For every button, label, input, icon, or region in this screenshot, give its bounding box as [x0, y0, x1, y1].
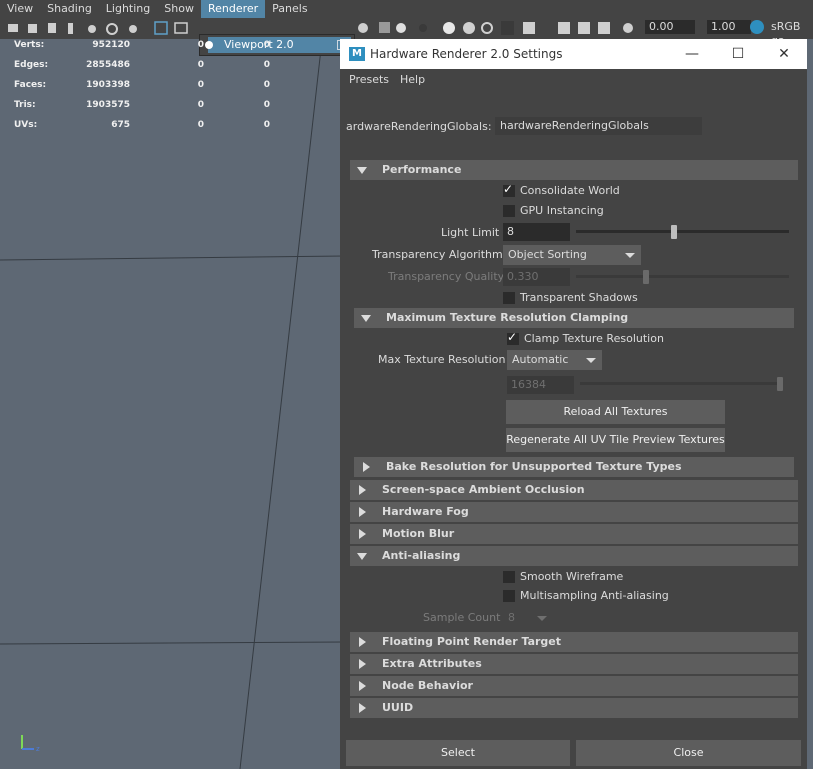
menu-view[interactable]: View — [0, 0, 40, 18]
sample-count-dropdown[interactable]: 8 — [503, 608, 553, 628]
menu-presets[interactable]: Presets — [349, 73, 389, 86]
max-texture-section-header[interactable]: Maximum Texture Resolution Clamping — [354, 308, 794, 328]
hud-row: Faces: 1903398 0 0 — [14, 80, 270, 90]
extra-attributes-section-header[interactable]: Extra Attributes — [350, 654, 798, 674]
uuid-section-header[interactable]: UUID — [350, 698, 798, 718]
sample-count-value: 8 — [508, 611, 515, 624]
transparency-algorithm-label: Transparency Algorithm — [372, 248, 503, 261]
regenerate-uv-tile-button[interactable]: Regenerate All UV Tile Preview Textures — [506, 428, 725, 452]
gamma-field[interactable]: 1.00 — [707, 20, 751, 34]
light-limit-slider-handle[interactable] — [671, 225, 677, 239]
multisampling-checkbox[interactable] — [503, 590, 515, 602]
menu-renderer[interactable]: Renderer — [200, 0, 266, 18]
window-title: Hardware Renderer 2.0 Settings — [370, 47, 563, 61]
title-bar[interactable]: M Hardware Renderer 2.0 Settings — ☐ ✕ — [340, 39, 807, 69]
light-limit-field[interactable]: 8 — [503, 223, 570, 241]
node-behavior-section-header[interactable]: Node Behavior — [350, 676, 798, 696]
menu-show[interactable]: Show — [157, 0, 201, 18]
texture-resolution-slider[interactable] — [580, 382, 783, 385]
hardware-fog-section-header[interactable]: Hardware Fog — [350, 502, 798, 522]
sample-count-label: Sample Count — [423, 611, 501, 624]
floating-point-section-header[interactable]: Floating Point Render Target — [350, 632, 798, 652]
expand-arrow-icon — [359, 529, 366, 539]
globals-label: ardwareRenderingGlobals: — [346, 120, 492, 133]
ssao-section-header[interactable]: Screen-space Ambient Occlusion — [350, 480, 798, 500]
transparency-algorithm-value: Object Sorting — [508, 248, 587, 261]
smooth-wireframe-checkbox[interactable] — [503, 571, 515, 583]
light-limit-label: Light Limit — [441, 226, 500, 239]
window-menubar: Presets Help — [340, 69, 807, 89]
axis-gizmo-icon: z — [21, 735, 40, 753]
maya-icon: M — [349, 47, 365, 61]
color-space-label[interactable]: sRGB ga — [767, 20, 813, 47]
transparency-quality-field[interactable]: 0.330 — [503, 268, 570, 286]
color-management-icon[interactable] — [750, 20, 764, 34]
menu-help[interactable]: Help — [400, 73, 425, 86]
clamp-texture-label: Clamp Texture Resolution — [524, 332, 664, 345]
reload-all-textures-button[interactable]: Reload All Textures — [506, 400, 725, 424]
anti-aliasing-section-header[interactable]: Anti-aliasing — [350, 546, 798, 566]
texture-resolution-slider-handle[interactable] — [777, 377, 783, 391]
poly-count-hud: Verts: 952120 0 0 Edges: 2855486 0 0 Faces: 190… — [10, 40, 270, 140]
panel-menubar: View Shading Lighting Show Renderer Pane… — [0, 0, 315, 18]
minimize-button[interactable]: — — [669, 39, 715, 69]
expand-arrow-icon — [359, 659, 366, 669]
close-window-button[interactable]: ✕ — [761, 39, 807, 69]
texture-resolution-field[interactable]: 16384 — [507, 376, 574, 394]
svg-text:z: z — [36, 745, 40, 753]
expand-arrow-icon — [359, 681, 366, 691]
gpu-instancing-label: GPU Instancing — [520, 204, 604, 217]
chevron-down-icon — [625, 253, 635, 258]
chevron-down-icon — [537, 616, 547, 621]
collapse-arrow-icon — [361, 315, 371, 322]
expand-arrow-icon — [359, 637, 366, 647]
max-texture-resolution-value: Automatic — [512, 353, 569, 366]
globals-field[interactable]: hardwareRenderingGlobals — [495, 117, 702, 135]
menu-lighting[interactable]: Lighting — [99, 0, 157, 18]
consolidate-world-checkbox[interactable] — [503, 182, 515, 197]
performance-section-header[interactable]: Performance — [350, 160, 798, 180]
transparency-algorithm-dropdown[interactable]: Object Sorting — [503, 245, 641, 265]
smooth-wireframe-label: Smooth Wireframe — [520, 570, 624, 583]
hardware-renderer-settings-window: M Hardware Renderer 2.0 Settings — ☐ ✕ P… — [340, 39, 807, 769]
select-button[interactable]: Select — [346, 740, 570, 766]
collapse-arrow-icon — [357, 167, 367, 174]
consolidate-world-label: Consolidate World — [520, 184, 620, 197]
max-texture-resolution-dropdown[interactable]: Automatic — [507, 350, 602, 370]
gpu-instancing-checkbox[interactable] — [503, 205, 515, 217]
hud-row: Tris: 1903575 0 0 — [14, 100, 270, 110]
motion-blur-section-header[interactable]: Motion Blur — [350, 524, 798, 544]
expand-arrow-icon — [359, 485, 366, 495]
light-limit-slider[interactable] — [576, 230, 789, 233]
multisampling-label: Multisampling Anti-aliasing — [520, 589, 669, 602]
chevron-down-icon — [586, 358, 596, 363]
transparent-shadows-checkbox[interactable] — [503, 292, 515, 304]
transparency-quality-slider-handle[interactable] — [643, 270, 649, 284]
transparency-quality-slider[interactable] — [576, 275, 789, 278]
menu-panels[interactable]: Panels — [265, 0, 314, 18]
maximize-button[interactable]: ☐ — [715, 39, 761, 69]
expand-arrow-icon — [359, 703, 366, 713]
hud-row: Verts: 952120 0 0 — [14, 40, 270, 50]
transparency-quality-label: Transparency Quality — [388, 270, 505, 283]
expand-arrow-icon — [359, 507, 366, 517]
globals-row: ardwareRenderingGlobals: hardwareRenderi… — [340, 117, 807, 135]
exposure-field[interactable]: 0.00 — [645, 20, 695, 34]
transparent-shadows-label: Transparent Shadows — [520, 291, 638, 304]
clamp-texture-checkbox[interactable] — [507, 330, 519, 345]
hud-row: UVs: 675 0 0 — [14, 120, 270, 130]
hud-row: Edges: 2855486 0 0 — [14, 60, 270, 70]
close-button[interactable]: Close — [576, 740, 801, 766]
collapse-arrow-icon — [357, 553, 367, 560]
bake-resolution-section-header[interactable]: Bake Resolution for Unsupported Texture … — [354, 457, 794, 477]
expand-arrow-icon — [363, 462, 370, 472]
max-texture-resolution-label: Max Texture Resolution — [378, 353, 506, 366]
menu-shading[interactable]: Shading — [40, 0, 99, 18]
